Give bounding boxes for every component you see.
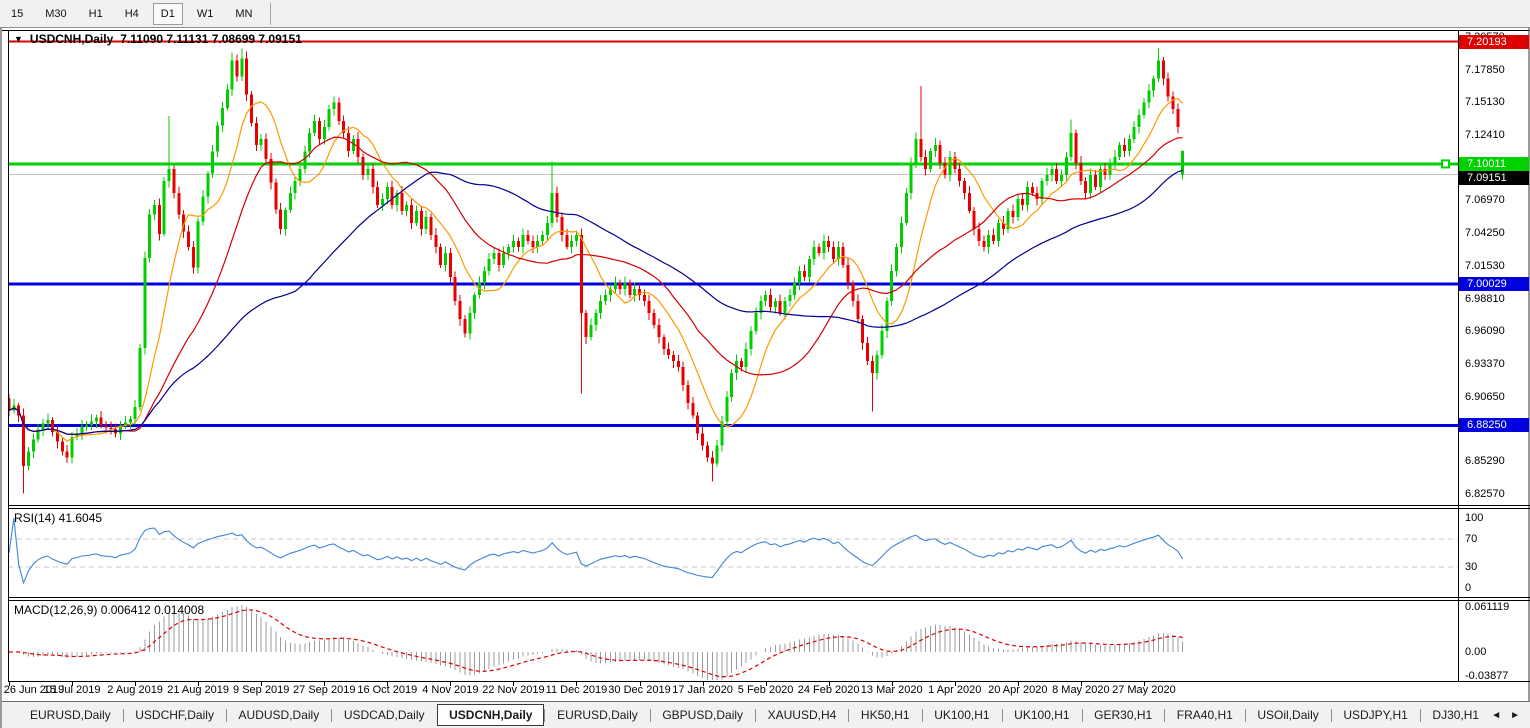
chart-tab-gbpusd[interactable]: GBPUSD,Daily (650, 704, 755, 726)
macd-label: MACD(12,26,9) 0.006412 0.014008 (14, 603, 204, 617)
price-tick-label: 6.98810 (1465, 293, 1505, 305)
price-badge: 7.09151 (1459, 171, 1529, 185)
chart-tab-audusd[interactable]: AUDUSD,Daily (227, 704, 332, 726)
chart-tab-ger30[interactable]: GER30,H1 (1082, 704, 1164, 726)
chart-tab-uk100[interactable]: UK100,H1 (922, 704, 1001, 726)
date-label: 15 Jul 2019 (44, 684, 101, 696)
chart-tab-xauusd[interactable]: XAUUSD,H4 (756, 704, 849, 726)
chart-menu-icon[interactable]: ▼ (14, 34, 23, 44)
main-price-chart[interactable] (8, 30, 1458, 505)
timeframe-button-h4[interactable]: H4 (117, 3, 147, 25)
rsi-tick-label: 70 (1465, 533, 1477, 545)
main-rsi-splitter-a[interactable] (8, 505, 1530, 506)
timeframe-toolbar: 15 M30 H1 H4 D1 W1MN (0, 0, 1530, 28)
line-end-marker (1442, 160, 1449, 167)
chart-tab-usoil[interactable]: USOil,Daily (1245, 704, 1330, 726)
moving-average-60 (9, 170, 1183, 434)
timeframe-button-mn[interactable]: MN (227, 3, 260, 25)
rsi-macd-splitter-a[interactable] (8, 597, 1530, 598)
timeframe-button-h1[interactable]: H1 (81, 3, 111, 25)
trading-terminal: 15 M30 H1 H4 D1 W1MN ▼ USDCNH,Daily 7.11090 7… (0, 0, 1530, 728)
date-label: 22 Nov 2019 (482, 684, 544, 696)
date-label: 24 Feb 2020 (798, 684, 860, 696)
toolbar-separator (270, 3, 271, 25)
price-axis-border (1458, 30, 1459, 682)
rsi-tick-label: 0 (1465, 582, 1471, 594)
window-left-edge (0, 28, 2, 728)
price-tick-label: 6.93370 (1465, 358, 1505, 370)
date-label: 1 Apr 2020 (928, 684, 981, 696)
chart-tab-eurusd[interactable]: EURUSD,Daily (18, 704, 123, 726)
date-label: 5 Feb 2020 (738, 684, 794, 696)
date-label: 2 Aug 2019 (107, 684, 163, 696)
price-tick-label: 7.06970 (1465, 194, 1505, 206)
chart-tab-usdchf[interactable]: USDCHF,Daily (123, 704, 226, 726)
rsi-panel-chart[interactable] (8, 508, 1458, 597)
chart-symbol-title: USDCNH,Daily (30, 32, 113, 46)
date-label: 11 Dec 2019 (546, 684, 608, 696)
macd-tick-label: 0.00 (1465, 646, 1486, 658)
moving-average-10 (9, 99, 1183, 442)
price-tick-label: 6.85290 (1465, 455, 1505, 467)
price-badge: 7.10011 (1459, 157, 1529, 171)
price-tick-label: 7.15130 (1465, 96, 1505, 108)
macd-tick-label: -0.03877 (1465, 670, 1508, 682)
date-label: 30 Dec 2019 (608, 684, 670, 696)
price-tick-label: 7.17850 (1465, 64, 1505, 76)
timeframe-button-w1[interactable]: W1 (189, 3, 222, 25)
price-tick-label: 6.96090 (1465, 325, 1505, 337)
timeframe-button-d1[interactable]: D1 (153, 3, 183, 25)
chart-tab-fra40[interactable]: FRA40,H1 (1165, 704, 1245, 726)
rsi-tick-label: 100 (1465, 512, 1483, 524)
chart-tab-uk100[interactable]: UK100,H1 (1002, 704, 1081, 726)
price-badge: 6.88250 (1459, 418, 1529, 432)
price-tick-label: 6.90650 (1465, 391, 1505, 403)
timeframe-button-m30[interactable]: M30 (37, 3, 74, 25)
tab-scroll-arrows: ◄► (1491, 710, 1530, 721)
chart-tab-dj30[interactable]: DJ30,H1 (1420, 704, 1491, 726)
chart-tab-usdjpy[interactable]: USDJPY,H1 (1331, 704, 1419, 726)
chart-frame-top (2, 30, 1529, 31)
macd-signal-line (9, 610, 1183, 677)
date-label: 27 Sep 2019 (293, 684, 355, 696)
price-tick-label: 7.04250 (1465, 227, 1505, 239)
rsi-line (9, 518, 1183, 583)
date-label: 16 Oct 2019 (357, 684, 417, 696)
price-tick-label: 7.12410 (1465, 129, 1505, 141)
date-label: 9 Sep 2019 (233, 684, 289, 696)
date-label: 20 Apr 2020 (988, 684, 1047, 696)
rsi-macd-splitter-b[interactable] (8, 600, 1530, 601)
chart-tab-eurusd[interactable]: EURUSD,Daily (545, 704, 650, 726)
tab-scroll-right-icon[interactable]: ► (1510, 710, 1520, 721)
chart-tab-usdcad[interactable]: USDCAD,Daily (332, 704, 437, 726)
price-tick-label: 7.01530 (1465, 260, 1505, 272)
chart-ohlc-values: 7.11090 7.11131 7.08699 7.09151 (120, 32, 302, 46)
date-label: 8 May 2020 (1052, 684, 1109, 696)
date-label: 13 Mar 2020 (861, 684, 923, 696)
price-badge: 7.00029 (1459, 277, 1529, 291)
macd-panel-chart[interactable] (8, 600, 1458, 681)
date-label: 4 Nov 2019 (422, 684, 478, 696)
moving-average-25 (9, 137, 1183, 434)
chart-tab-hk50[interactable]: HK50,H1 (849, 704, 922, 726)
date-label: 17 Jan 2020 (672, 684, 733, 696)
date-label: 27 May 2020 (1112, 684, 1176, 696)
tab-scroll-left-icon[interactable]: ◄ (1491, 710, 1501, 721)
chart-tab-bar: EURUSD,DailyUSDCHF,DailyAUDUSD,DailyUSDC… (0, 701, 1530, 728)
macd-bottom-border (8, 681, 1530, 682)
rsi-tick-label: 30 (1465, 561, 1477, 573)
macd-tick-label: 0.061119 (1465, 601, 1509, 613)
main-rsi-splitter-b[interactable] (8, 508, 1530, 509)
price-tick-label: 6.82570 (1465, 488, 1505, 500)
price-badge: 7.20193 (1459, 35, 1529, 49)
plot-left-border (8, 30, 9, 682)
rsi-label: RSI(14) 41.6045 (14, 511, 102, 525)
chart-tab-usdcnh[interactable]: USDCNH,Daily (437, 704, 544, 726)
date-label: 21 Aug 2019 (167, 684, 229, 696)
chart-header: ▼ USDCNH,Daily 7.11090 7.11131 7.08699 7… (14, 32, 302, 46)
timeframe-button-15[interactable]: 15 (3, 3, 31, 25)
